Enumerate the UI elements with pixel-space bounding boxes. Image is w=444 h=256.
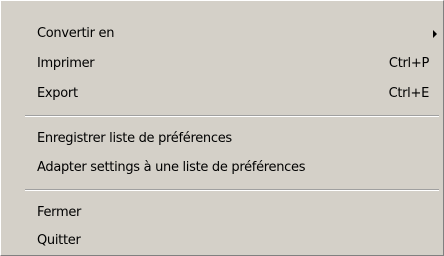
menu-item-shortcut: Ctrl+P <box>388 56 429 71</box>
menu-item-enregistrer-liste[interactable]: Enregistrer liste de préférences <box>1 127 443 151</box>
menu-item-adapter-settings[interactable]: Adapter settings à une liste de préféren… <box>1 156 443 180</box>
menu-item-label: Quitter <box>37 233 81 248</box>
menu-item-label: Adapter settings à une liste de préféren… <box>37 160 306 175</box>
menu-item-label: Imprimer <box>37 56 95 71</box>
menu-item-label: Export <box>37 86 78 101</box>
submenu-arrow-icon <box>433 30 437 38</box>
menu-item-label: Fermer <box>37 205 82 220</box>
menu-item-imprimer[interactable]: Imprimer Ctrl+P <box>1 52 443 76</box>
menu-separator <box>25 189 439 191</box>
menu-item-quitter[interactable]: Quitter <box>1 229 443 253</box>
menu-item-export[interactable]: Export Ctrl+E <box>1 82 443 106</box>
menu-item-label: Enregistrer liste de préférences <box>37 131 232 146</box>
menu-item-label: Convertir en <box>37 26 115 41</box>
context-menu: Convertir en Imprimer Ctrl+P Export Ctrl… <box>0 0 444 256</box>
menu-item-shortcut: Ctrl+E <box>388 86 430 101</box>
menu-item-fermer[interactable]: Fermer <box>1 201 443 225</box>
menu-separator <box>25 115 439 117</box>
menu-item-convertir-en[interactable]: Convertir en <box>1 22 443 46</box>
